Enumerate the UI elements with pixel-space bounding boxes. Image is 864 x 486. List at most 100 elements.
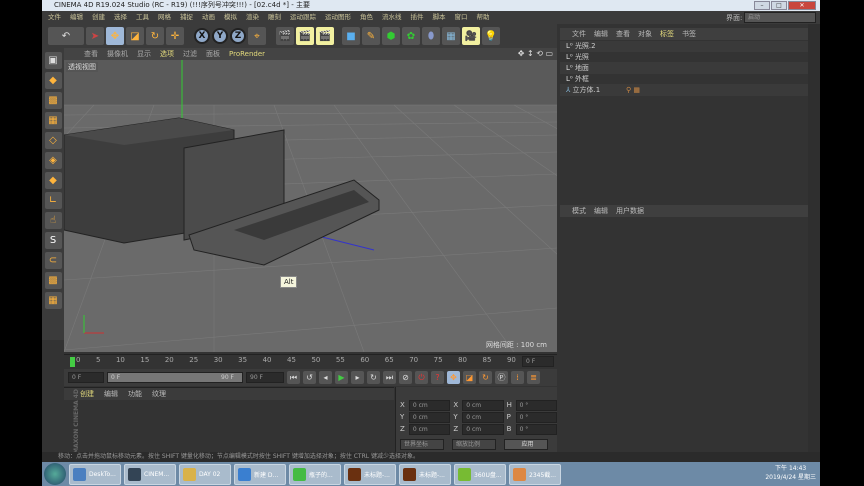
menu-item[interactable]: 运动跟踪: [290, 11, 316, 24]
tag-icon[interactable]: ⚲ ▦: [626, 85, 640, 96]
menu-item[interactable]: 流水线: [382, 11, 402, 24]
right-side-tabs[interactable]: [808, 24, 820, 452]
om-menu-bookmarks[interactable]: 书签: [682, 28, 696, 40]
pen-icon[interactable]: ✎: [362, 27, 380, 45]
render-view-icon[interactable]: 🎬: [276, 27, 294, 45]
light-icon[interactable]: 💡: [482, 27, 500, 45]
taskbar-item[interactable]: 瓶子的...: [289, 463, 341, 485]
rotation-b-field[interactable]: 0 °: [515, 423, 557, 435]
menu-item[interactable]: 插件: [411, 11, 424, 24]
taskbar-item[interactable]: 未标题-...: [399, 463, 451, 485]
polygons-mode-icon[interactable]: ◆: [44, 172, 62, 189]
timeline-window-button[interactable]: ≣: [527, 371, 540, 384]
planar-workplane-icon[interactable]: ▦: [44, 292, 62, 309]
render-settings-icon[interactable]: 🎬: [316, 27, 334, 45]
rotation-h-field[interactable]: 0 °: [515, 399, 557, 411]
rotate-tool-icon[interactable]: ↻: [146, 27, 164, 45]
edges-mode-icon[interactable]: ◈: [44, 152, 62, 169]
am-menu-userdata[interactable]: 用户数据: [616, 205, 644, 217]
object-row[interactable]: L⁰ 地面: [560, 63, 808, 74]
menu-item[interactable]: 选择: [114, 11, 127, 24]
frame-range-slider[interactable]: 0 F 90 F: [107, 372, 243, 383]
viewport-menu-prorender[interactable]: ProRender: [229, 48, 265, 60]
key-scale-button[interactable]: ◪: [463, 371, 476, 384]
am-menu-mode[interactable]: 模式: [572, 205, 586, 217]
snap-icon[interactable]: S: [44, 232, 62, 249]
viewport-menu-cameras[interactable]: 摄像机: [107, 48, 128, 60]
menu-item[interactable]: 模拟: [224, 11, 237, 24]
object-row[interactable]: L⁰ 光照.2: [560, 41, 808, 52]
deformer-icon[interactable]: ⬮: [422, 27, 440, 45]
mat-menu-create[interactable]: 创建: [80, 388, 94, 400]
current-frame-field[interactable]: 0 F: [522, 356, 554, 367]
auto-key-button[interactable]: ⏻: [415, 371, 428, 384]
om-menu-view[interactable]: 查看: [616, 28, 630, 40]
make-editable-icon[interactable]: ▣: [44, 52, 62, 69]
key-pla-button[interactable]: ⁞: [511, 371, 524, 384]
menu-item[interactable]: 捕捉: [180, 11, 193, 24]
layout-select[interactable]: 启动: [744, 12, 816, 23]
goto-start-button[interactable]: ⏮: [287, 371, 300, 384]
menu-item[interactable]: 网格: [158, 11, 171, 24]
size-z-field[interactable]: 0 cm: [462, 423, 504, 435]
om-menu-file[interactable]: 文件: [572, 28, 586, 40]
close-button[interactable]: ✕: [788, 1, 816, 10]
position-z-field[interactable]: 0 cm: [408, 423, 451, 435]
viewport-menu-options[interactable]: 选项: [160, 48, 174, 60]
move-tool-icon[interactable]: ✥: [106, 27, 124, 45]
taskbar-item[interactable]: 360U盘...: [454, 463, 506, 485]
viewport-nav-icons[interactable]: ✥ ↕ ⟲ ▭: [518, 48, 553, 60]
position-y-field[interactable]: 0 cm: [408, 411, 451, 423]
menu-item[interactable]: 渲染: [246, 11, 259, 24]
goto-end-button[interactable]: ⏭: [383, 371, 396, 384]
position-x-field[interactable]: 0 cm: [408, 399, 451, 411]
z-axis-lock[interactable]: Z: [230, 28, 246, 44]
key-parameter-button[interactable]: Ⓟ: [495, 371, 508, 384]
key-position-button[interactable]: ✥: [447, 371, 460, 384]
coordinate-system-icon[interactable]: ⌖: [248, 27, 266, 45]
axis-mode-icon[interactable]: ∟: [44, 192, 62, 209]
taskbar-item[interactable]: 未标题-...: [344, 463, 396, 485]
next-key-button[interactable]: ↻: [367, 371, 380, 384]
mat-menu-function[interactable]: 功能: [128, 388, 142, 400]
next-frame-button[interactable]: ▸: [351, 371, 364, 384]
magnet-icon[interactable]: ⊂: [44, 252, 62, 269]
lock-workplane-icon[interactable]: ▩: [44, 272, 62, 289]
scale-tool-icon[interactable]: ◪: [126, 27, 144, 45]
menu-item[interactable]: 动画: [202, 11, 215, 24]
om-menu-objects[interactable]: 对象: [638, 28, 652, 40]
keyframe-selection-button[interactable]: ?: [431, 371, 444, 384]
record-keys-button[interactable]: ⊘: [399, 371, 412, 384]
mat-menu-texture[interactable]: 纹理: [152, 388, 166, 400]
render-picture-viewer-icon[interactable]: 🎬: [296, 27, 314, 45]
menu-item[interactable]: 角色: [360, 11, 373, 24]
camera-icon[interactable]: 🎥: [462, 27, 480, 45]
workplane-icon[interactable]: ▦: [44, 112, 62, 129]
om-menu-edit[interactable]: 编辑: [594, 28, 608, 40]
apply-button[interactable]: 应用: [504, 438, 548, 450]
clock[interactable]: 下午 14:43 2019/4/24 星期三: [765, 464, 816, 482]
menu-item[interactable]: 脚本: [433, 11, 446, 24]
maximize-button[interactable]: □: [771, 1, 787, 10]
object-row[interactable]: ⅄ 立方体.1 ⚲ ▦: [560, 85, 808, 96]
om-menu-tags[interactable]: 标签: [660, 28, 674, 40]
am-menu-edit[interactable]: 编辑: [594, 205, 608, 217]
start-frame-field[interactable]: 0 F: [68, 372, 104, 383]
menu-item[interactable]: 窗口: [455, 11, 468, 24]
taskbar-item[interactable]: CINEM...: [124, 463, 176, 485]
size-mode-select[interactable]: 缩放比例: [452, 438, 496, 450]
menu-item[interactable]: 帮助: [477, 11, 490, 24]
play-button[interactable]: ▶: [335, 371, 348, 384]
cube-icon[interactable]: ■: [342, 27, 360, 45]
start-button[interactable]: [44, 463, 66, 485]
key-rotation-button[interactable]: ↻: [479, 371, 492, 384]
texture-mode-icon[interactable]: ▩: [44, 92, 62, 109]
mat-menu-edit[interactable]: 编辑: [104, 388, 118, 400]
taskbar-item[interactable]: 新建 D...: [234, 463, 286, 485]
cloner-icon[interactable]: ✿: [402, 27, 420, 45]
floor-icon[interactable]: ▦: [442, 27, 460, 45]
minimize-button[interactable]: –: [754, 1, 770, 10]
tweak-mode-icon[interactable]: ☝: [44, 212, 62, 229]
size-y-field[interactable]: 0 cm: [462, 411, 504, 423]
timeline-playhead[interactable]: [70, 357, 75, 367]
